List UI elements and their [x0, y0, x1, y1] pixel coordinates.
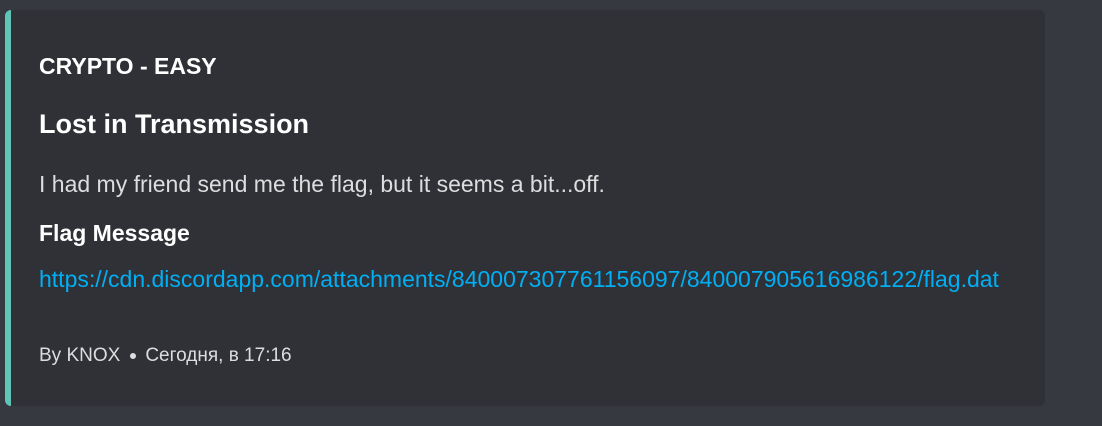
embed-field-name: Flag Message	[39, 220, 190, 246]
flag-file-link[interactable]: https://cdn.discordapp.com/attachments/8…	[39, 263, 1029, 296]
embed-author: CRYPTO - EASY	[39, 53, 217, 79]
embed-title: Lost in Transmission	[39, 109, 310, 139]
embed-description: I had my friend send me the flag, but it…	[39, 171, 605, 197]
bullet-separator-icon	[130, 353, 137, 359]
embed-footer: By KNOX Сегодня, в 17:16	[39, 344, 292, 368]
footer-timestamp: Сегодня, в 17:16	[145, 345, 292, 366]
footer-author: By KNOX	[39, 345, 121, 366]
message-embed: CRYPTO - EASY Lost in Transmission I had…	[5, 10, 1045, 406]
